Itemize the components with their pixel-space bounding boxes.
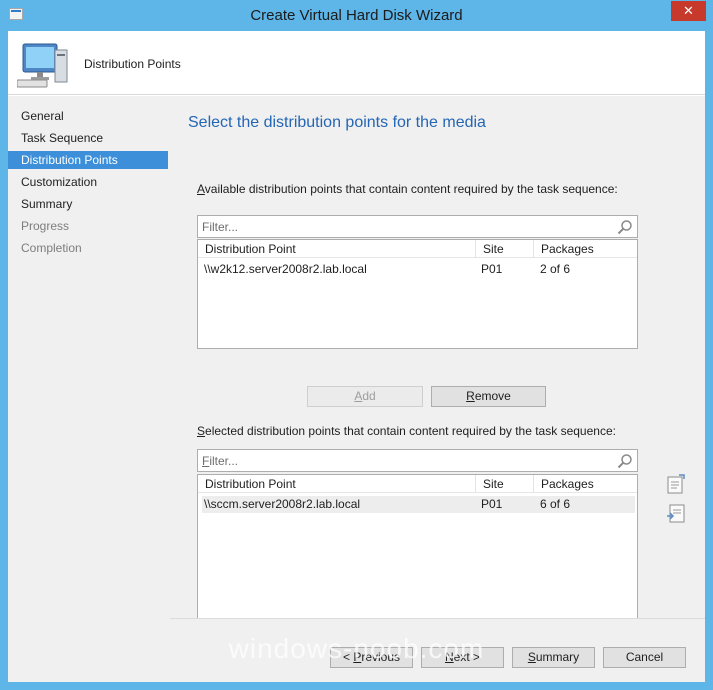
selected-filter-input[interactable]: Filter... [197,449,638,472]
available-filter-placeholder: Filter... [202,220,239,234]
column-header-packages[interactable]: Packages [533,240,635,258]
selected-dp-label: Selected distribution points that contai… [197,424,616,438]
nav-item-distribution-points[interactable]: Distribution Points [8,151,168,169]
cancel-button[interactable]: Cancel [603,647,686,668]
nav-item-customization[interactable]: Customization [8,173,168,191]
selected-list-header: Distribution Point Site Packages [198,475,637,493]
copy-to-clipboard-icon[interactable] [665,473,687,495]
nav-item-task-sequence[interactable]: Task Sequence [8,129,168,147]
wizard-footer: < Previous Next > Summary Cancel [170,618,705,682]
list-item[interactable]: \\sccm.server2008r2.lab.local P01 6 of 6 [202,496,635,513]
column-header-distribution-point[interactable]: Distribution Point [198,475,475,493]
window-title: Create Virtual Hard Disk Wizard [250,7,463,24]
dp-site: P01 [481,262,503,276]
summary-button[interactable]: Summary [512,647,595,668]
list-item[interactable]: \\w2k12.server2008r2.lab.local P01 2 of … [202,261,635,278]
available-dp-label: Available distribution points that conta… [197,182,618,196]
previous-button[interactable]: < Previous [330,647,413,668]
search-icon[interactable] [617,219,633,235]
search-icon[interactable] [617,453,633,469]
column-header-site[interactable]: Site [475,240,533,258]
wizard-nav: General Task Sequence Distribution Point… [8,96,170,682]
column-header-packages[interactable]: Packages [533,475,635,493]
dp-name: \\sccm.server2008r2.lab.local [204,497,361,511]
close-button[interactable]: ✕ [671,1,706,21]
title-bar[interactable]: Create Virtual Hard Disk Wizard ✕ [0,0,713,30]
column-header-distribution-point[interactable]: Distribution Point [198,240,475,258]
nav-item-completion: Completion [21,241,82,255]
wizard-header: Distribution Points [8,31,705,95]
add-button[interactable]: Add [307,386,423,407]
dp-name: \\w2k12.server2008r2.lab.local [204,262,367,276]
header-title: Distribution Points [84,57,181,71]
remove-button[interactable]: Remove [431,386,546,407]
next-button[interactable]: Next > [421,647,504,668]
selected-filter-placeholder: Filter... [202,454,239,468]
wizard-window: Create Virtual Hard Disk Wizard ✕ Distri… [0,0,713,690]
nav-item-summary[interactable]: Summary [8,195,168,213]
nav-item-progress: Progress [21,219,70,233]
page-title: Select the distribution points for the m… [188,114,486,131]
available-dp-list[interactable]: Distribution Point Site Packages \\w2k12… [197,239,638,349]
nav-item-general[interactable]: General [8,107,168,125]
paste-from-clipboard-icon[interactable] [665,502,687,524]
computer-icon [17,43,68,88]
wizard-client: Distribution Points General Task Sequenc… [8,31,705,682]
dp-packages: 6 of 6 [540,497,571,511]
wizard-content: Select the distribution points for the m… [170,96,705,634]
available-list-header: Distribution Point Site Packages [198,240,637,258]
available-filter-input[interactable]: Filter... [197,215,638,238]
dp-packages: 2 of 6 [540,262,571,276]
dp-site: P01 [481,497,503,511]
column-header-site[interactable]: Site [475,475,533,493]
selected-dp-list[interactable]: Distribution Point Site Packages \\sccm.… [197,474,638,634]
